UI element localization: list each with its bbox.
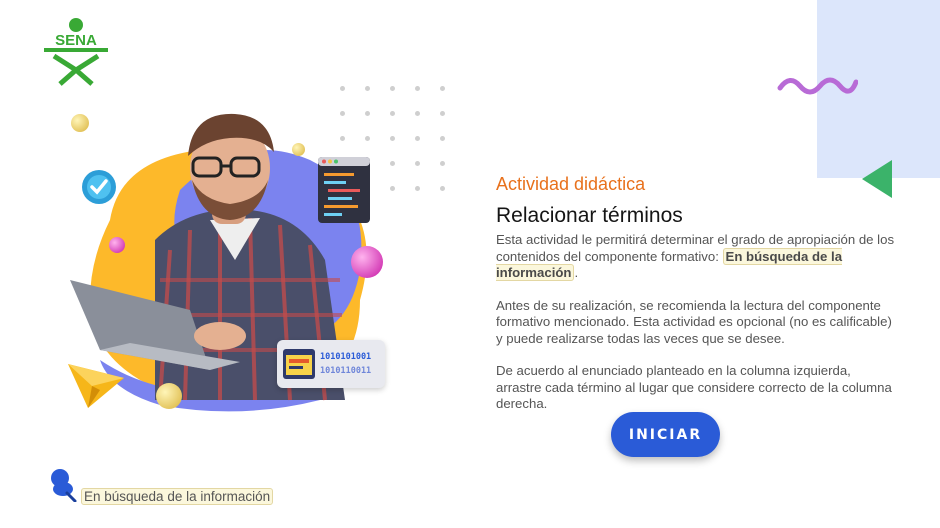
triangle-icon xyxy=(862,160,892,198)
binary-line-2: 1010110011 xyxy=(320,366,372,376)
activity-eyebrow: Actividad didáctica xyxy=(496,174,646,194)
code-window-icon xyxy=(318,157,370,223)
browser-window-icon xyxy=(283,349,315,379)
svg-text:SENA: SENA xyxy=(55,32,97,49)
binary-card-icon: 1010101001 1010110011 xyxy=(277,340,385,388)
activity-description: Esta actividad le permitirá determinar e… xyxy=(496,232,896,429)
activity-title: Relacionar términos xyxy=(496,204,683,227)
description-text: . xyxy=(574,265,579,280)
description-paragraph-3: De acuerdo al enunciado planteado en la … xyxy=(496,363,892,411)
paper-plane-icon xyxy=(68,364,124,408)
wave-icon xyxy=(777,77,858,95)
binary-line-1: 1010101001 xyxy=(320,352,372,362)
sena-logo-icon: SENA xyxy=(44,18,108,86)
sphere-decoration xyxy=(109,237,125,253)
description-paragraph-2: Antes de su realización, se recomienda l… xyxy=(496,297,892,346)
sphere-decoration xyxy=(71,114,89,132)
check-icon xyxy=(82,170,116,204)
sphere-decoration xyxy=(156,383,182,409)
sphere-decoration xyxy=(351,246,383,278)
footer-component-name: En búsqueda de la información xyxy=(81,488,274,505)
sphere-decoration xyxy=(292,143,305,156)
pin-icon xyxy=(51,469,77,502)
start-button[interactable]: INICIAR xyxy=(611,412,720,457)
description-paragraph-1: Esta actividad le permitirá determinar e… xyxy=(496,232,896,282)
